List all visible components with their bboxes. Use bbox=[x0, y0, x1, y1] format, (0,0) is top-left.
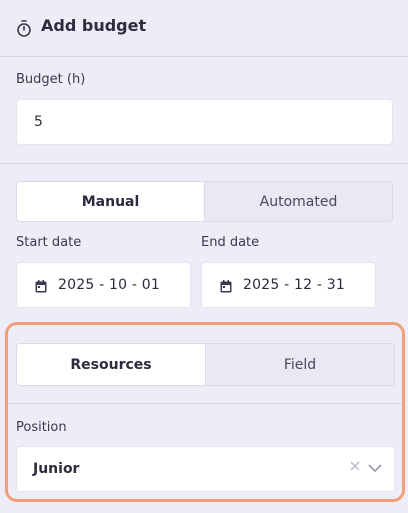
clear-icon[interactable] bbox=[350, 461, 360, 471]
start-date-value: 2025 - 10 - 01 bbox=[58, 277, 160, 293]
target-toggle: Resources Field bbox=[16, 343, 395, 386]
budget-label: Budget (h) bbox=[16, 72, 86, 87]
chevron-down-icon[interactable] bbox=[368, 464, 382, 472]
end-date-field[interactable]: 2025 - 12 - 31 bbox=[201, 262, 376, 308]
tab-automated[interactable]: Automated bbox=[204, 182, 392, 221]
calendar-icon bbox=[220, 280, 232, 293]
tab-manual[interactable]: Manual bbox=[17, 182, 204, 221]
panel-header: Add budget bbox=[0, 0, 408, 56]
tab-resources[interactable]: Resources bbox=[17, 344, 205, 385]
position-value: Junior bbox=[33, 461, 80, 477]
target-divider bbox=[8, 403, 402, 404]
budget-value: 5 bbox=[34, 114, 43, 130]
header-divider bbox=[0, 56, 408, 57]
calendar-icon bbox=[35, 280, 47, 293]
end-date-value: 2025 - 12 - 31 bbox=[243, 277, 345, 293]
start-date-field[interactable]: 2025 - 10 - 01 bbox=[16, 262, 191, 308]
end-date-label: End date bbox=[201, 235, 260, 250]
page-title: Add budget bbox=[41, 16, 147, 35]
budget-divider bbox=[0, 163, 408, 164]
start-date-label: Start date bbox=[16, 235, 82, 250]
mode-toggle: Manual Automated bbox=[16, 181, 393, 222]
tab-field[interactable]: Field bbox=[205, 344, 394, 385]
position-select[interactable]: Junior bbox=[16, 446, 395, 492]
timer-icon bbox=[17, 20, 31, 37]
budget-input[interactable]: 5 bbox=[16, 99, 393, 145]
position-label: Position bbox=[16, 420, 67, 435]
